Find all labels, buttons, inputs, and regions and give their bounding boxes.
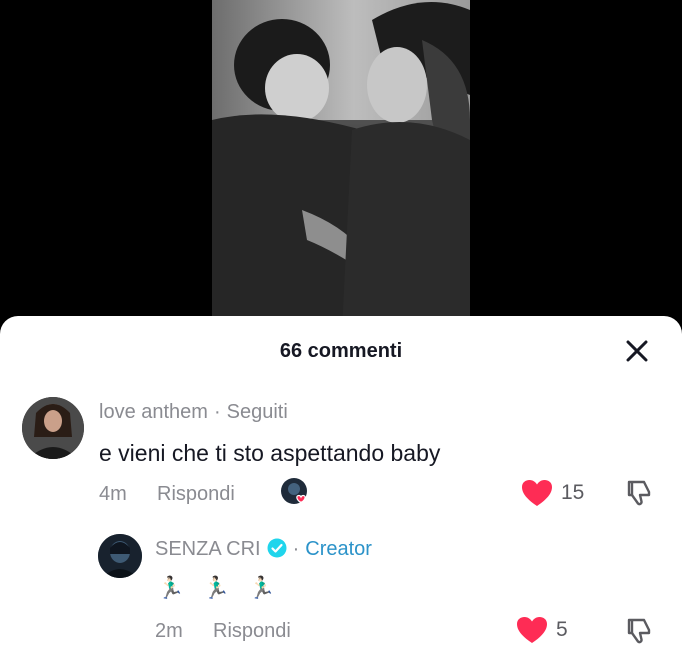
following-tag: Seguiti [226,401,288,423]
avatar-image [98,534,142,578]
comment-time: 2m [155,620,183,642]
comment-meta: SENZA CRI · Creator [155,538,372,561]
avatar[interactable] [22,397,84,459]
separator-dot: · [213,401,221,423]
comment-meta: love anthem · Seguiti [99,401,288,424]
comments-sheet: 66 commenti love anthem · Seguiti e vieni … [0,316,682,652]
dislike-icon[interactable] [624,616,654,646]
verified-icon [267,538,287,558]
avatar-image [22,397,84,459]
creator-liked-icon [281,478,307,504]
avatar[interactable] [98,534,142,578]
creator-tag: Creator [305,538,372,560]
comment-actions: 4m Rispondi [99,483,235,506]
heart-icon [517,617,547,643]
comment-username[interactable]: SENZA CRI [155,538,261,560]
dislike-icon[interactable] [624,478,654,508]
comment-actions: 2m Rispondi [155,620,291,643]
video-person-right [342,2,470,330]
like-button[interactable]: 5 [516,616,568,644]
like-button[interactable]: 15 [521,479,584,507]
video-frame[interactable] [212,0,470,330]
comment-text: e vieni che ti sto aspettando baby [99,440,441,466]
comment-username[interactable]: love anthem [99,401,208,423]
like-count: 5 [556,618,568,641]
comment-time: 4m [99,483,127,505]
like-count: 15 [561,481,585,504]
comment-text: 🏃🏻‍♂️ 🏃🏻‍♂️ 🏃🏻‍♂️ [157,575,282,600]
creator-liked-avatar [279,476,311,508]
reply-button[interactable]: Rispondi [213,620,291,643]
separator-dot: · [292,538,300,560]
reply-button[interactable]: Rispondi [157,483,235,506]
close-icon[interactable] [622,336,652,366]
heart-icon [522,480,552,506]
comments-count-title: 66 commenti [279,340,403,362]
video-person-left [212,19,362,330]
